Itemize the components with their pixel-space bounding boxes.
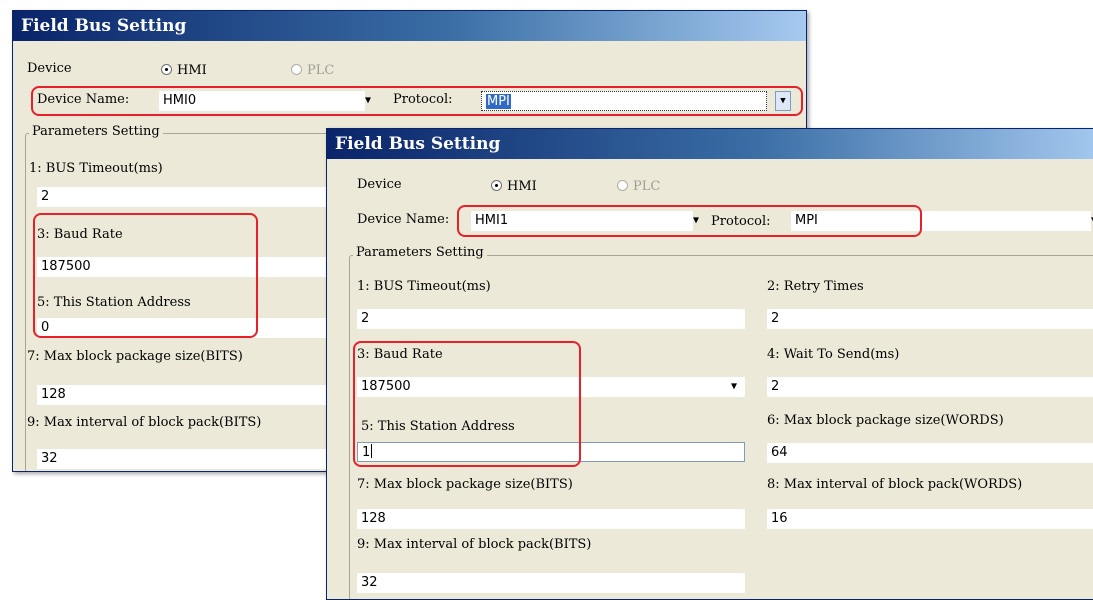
radio-hmi[interactable]: HMI xyxy=(161,63,207,78)
max-interval-words-label: 8: Max interval of block pack(WORDS) xyxy=(767,477,1023,492)
highlight-box xyxy=(31,86,803,116)
chevron-down-icon[interactable]: ▼ xyxy=(731,381,737,392)
device-label: Device xyxy=(27,61,72,76)
radio-plc[interactable]: PLC xyxy=(617,179,660,194)
max-block-words-input[interactable]: 64 xyxy=(767,443,1093,463)
radio-unselected-icon xyxy=(291,64,302,75)
radio-hmi[interactable]: HMI xyxy=(491,179,537,194)
parameters-legend: Parameters Setting xyxy=(29,124,163,139)
wait-to-send-input[interactable]: 2 xyxy=(767,377,1093,397)
radio-unselected-icon xyxy=(617,180,628,191)
window-title: Field Bus Setting xyxy=(327,129,1093,159)
max-block-bits-input[interactable]: 128 xyxy=(37,385,337,405)
window-title: Field Bus Setting xyxy=(13,11,806,41)
bus-timeout-input[interactable]: 2 xyxy=(357,309,745,329)
bus-timeout-label: 1: BUS Timeout(ms) xyxy=(357,279,491,294)
bus-timeout-input[interactable]: 2 xyxy=(37,187,337,207)
max-interval-bits-input[interactable]: 32 xyxy=(37,449,337,469)
radio-plc[interactable]: PLC xyxy=(291,63,334,78)
max-block-bits-label: 7: Max block package size(BITS) xyxy=(357,477,573,492)
field-bus-setting-window-front: Field Bus Setting Device HMI PLC Device … xyxy=(326,128,1093,600)
max-block-bits-label: 7: Max block package size(BITS) xyxy=(27,349,243,364)
highlight-box xyxy=(353,341,581,467)
parameters-legend: Parameters Setting xyxy=(353,245,487,260)
max-interval-bits-label: 9: Max interval of block pack(BITS) xyxy=(27,415,262,430)
highlight-box xyxy=(33,213,258,338)
device-name-label: Device Name: xyxy=(357,212,450,227)
retry-times-input[interactable]: 2 xyxy=(767,309,1093,329)
wait-to-send-label: 4: Wait To Send(ms) xyxy=(767,347,900,362)
max-block-bits-input[interactable]: 128 xyxy=(357,509,745,529)
max-block-words-label: 6: Max block package size(WORDS) xyxy=(767,413,1004,428)
max-interval-words-input[interactable]: 16 xyxy=(767,509,1093,529)
retry-times-label: 2: Retry Times xyxy=(767,279,864,294)
bus-timeout-label: 1: BUS Timeout(ms) xyxy=(29,161,163,176)
device-label: Device xyxy=(357,177,402,192)
max-interval-bits-label: 9: Max interval of block pack(BITS) xyxy=(357,537,592,552)
highlight-box xyxy=(457,205,922,237)
radio-selected-icon xyxy=(161,64,172,75)
radio-selected-icon xyxy=(491,180,502,191)
max-interval-bits-input[interactable]: 32 xyxy=(357,573,745,593)
